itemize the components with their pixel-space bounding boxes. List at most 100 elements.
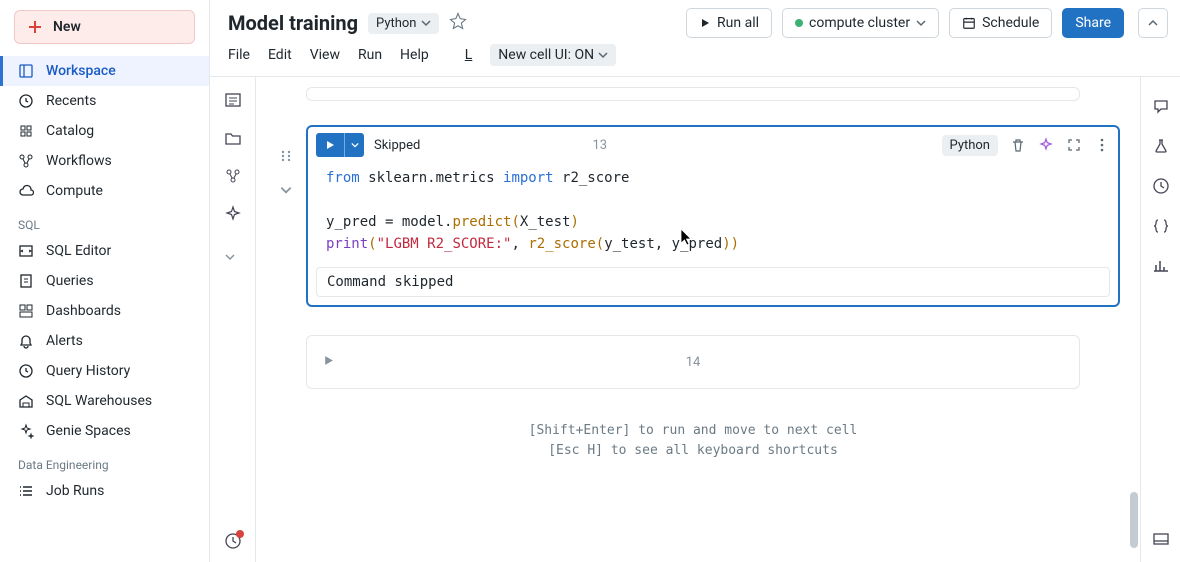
history-icon[interactable]: [1152, 177, 1170, 195]
sidebar-item-queries[interactable]: Queries: [0, 266, 209, 296]
share-label: Share: [1075, 15, 1111, 31]
history-button[interactable]: [224, 532, 242, 550]
flask-icon[interactable]: [1152, 137, 1170, 155]
section-label: SQL: [0, 206, 209, 236]
favorite-button[interactable]: [449, 12, 467, 34]
toc-icon[interactable]: [224, 91, 242, 109]
left-rail: [210, 77, 256, 562]
panel-icon[interactable]: [1152, 530, 1170, 548]
run-cell-button[interactable]: [316, 133, 344, 157]
bell-icon: [18, 333, 34, 349]
book-icon: [18, 63, 34, 79]
sidebar-item-label: Dashboards: [46, 303, 121, 319]
chevron-down-icon: [421, 18, 431, 28]
menu-help[interactable]: Help: [400, 47, 429, 63]
notebook-title[interactable]: Model training: [228, 11, 358, 35]
sidebar-item-label: Workflows: [46, 153, 112, 169]
sidebar: New Workspace Recents Catalog Workflows Comp…: [0, 0, 210, 562]
sidebar-item-label: Job Runs: [46, 483, 104, 499]
sidebar-item-label: Recents: [46, 93, 96, 109]
drag-handle-icon[interactable]: [279, 149, 293, 163]
chevron-down-icon[interactable]: [279, 183, 293, 197]
folder-icon[interactable]: [224, 129, 242, 147]
cell-number: 14: [686, 355, 701, 370]
comment-icon[interactable]: [1152, 97, 1170, 115]
sidebar-item-label: Compute: [46, 183, 103, 199]
sidebar-item-dashboards[interactable]: Dashboards: [0, 296, 209, 326]
menu-file[interactable]: File: [228, 47, 250, 63]
sidebar-item-alerts[interactable]: Alerts: [0, 326, 209, 356]
menu-view[interactable]: View: [310, 47, 340, 63]
calendar-icon: [962, 16, 976, 30]
chevron-down-icon: [916, 18, 926, 28]
sidebar-item-sqleditor[interactable]: SQL Editor: [0, 236, 209, 266]
main: Model training Python Run all compute cl…: [210, 0, 1180, 562]
list-icon: [18, 483, 34, 499]
sidebar-item-catalog[interactable]: Catalog: [0, 116, 209, 146]
new-cell-ui-label: New cell UI: ON: [498, 47, 594, 63]
cell-output: Command skipped: [316, 267, 1110, 297]
variables-icon[interactable]: [224, 167, 242, 185]
sidebar-item-sqlwh[interactable]: SQL Warehouses: [0, 386, 209, 416]
collapse-header-button[interactable]: [1138, 8, 1168, 38]
sidebar-item-label: Queries: [46, 273, 94, 289]
code-cell-empty[interactable]: 14: [306, 335, 1080, 389]
sidebar-item-qhistory[interactable]: Query History: [0, 356, 209, 386]
plus-icon: [27, 19, 43, 35]
queries-icon: [18, 273, 34, 289]
language-label: Python: [376, 16, 416, 31]
compute-selector[interactable]: compute cluster: [782, 8, 939, 38]
sidebar-item-recents[interactable]: Recents: [0, 86, 209, 116]
cloud-icon: [18, 183, 34, 199]
language-selector[interactable]: Python: [368, 13, 438, 34]
menu-run[interactable]: Run: [358, 47, 382, 63]
new-cell-ui-toggle[interactable]: New cell UI: ON: [490, 44, 616, 66]
right-rail: [1140, 77, 1180, 562]
sqleditor-icon: [18, 243, 34, 259]
cell-number: 13: [593, 138, 608, 153]
assist-icon[interactable]: [1038, 137, 1054, 153]
last-edit-link[interactable]: L: [465, 47, 473, 63]
play-icon: [323, 355, 334, 366]
trash-icon[interactable]: [1010, 137, 1026, 153]
cell-collapsed[interactable]: [306, 87, 1080, 101]
chevron-down-icon[interactable]: [224, 251, 242, 269]
chevron-up-icon: [1147, 17, 1159, 29]
sidebar-item-genie[interactable]: Genie Spaces: [0, 416, 209, 446]
clock-icon: [18, 93, 34, 109]
chevron-down-icon: [598, 50, 608, 60]
sidebar-item-label: Workspace: [46, 63, 116, 79]
sidebar-item-compute[interactable]: Compute: [0, 176, 209, 206]
new-button[interactable]: New: [14, 10, 195, 44]
cell-status: Skipped: [374, 138, 420, 153]
schedule-button[interactable]: Schedule: [949, 8, 1052, 38]
scrollbar-thumb[interactable]: [1130, 492, 1138, 548]
menu-edit[interactable]: Edit: [268, 47, 292, 63]
star-icon: [449, 12, 467, 30]
chart-icon[interactable]: [1152, 257, 1170, 275]
code-editor[interactable]: from sklearn.metrics import r2_score y_p…: [308, 163, 1118, 267]
warehouse-icon: [18, 393, 34, 409]
section-label: Data Engineering: [0, 446, 209, 476]
kebab-icon[interactable]: [1094, 137, 1110, 153]
sparkle-icon: [18, 423, 34, 439]
run-all-label: Run all: [717, 15, 759, 31]
catalog-icon: [18, 123, 34, 139]
sidebar-item-workspace[interactable]: Workspace: [0, 56, 209, 86]
assist-icon[interactable]: [224, 205, 242, 223]
share-button[interactable]: Share: [1062, 8, 1124, 38]
cell-gutter: [266, 125, 306, 197]
braces-icon[interactable]: [1152, 217, 1170, 235]
hint-line: [Esc H] to see all keyboard shortcuts: [266, 441, 1120, 461]
sidebar-item-workflows[interactable]: Workflows: [0, 146, 209, 176]
schedule-label: Schedule: [982, 15, 1039, 31]
sidebar-item-jobruns[interactable]: Job Runs: [0, 476, 209, 506]
cell-language-pill[interactable]: Python: [942, 135, 998, 156]
run-cell-dropdown[interactable]: [344, 133, 364, 157]
run-all-button[interactable]: Run all: [686, 8, 772, 38]
code-cell-active[interactable]: Skipped 13 Python from sklearn.metrics i…: [306, 125, 1120, 307]
play-icon: [325, 140, 335, 150]
run-cell-button[interactable]: [323, 355, 334, 370]
expand-icon[interactable]: [1066, 137, 1082, 153]
play-icon: [699, 17, 711, 29]
